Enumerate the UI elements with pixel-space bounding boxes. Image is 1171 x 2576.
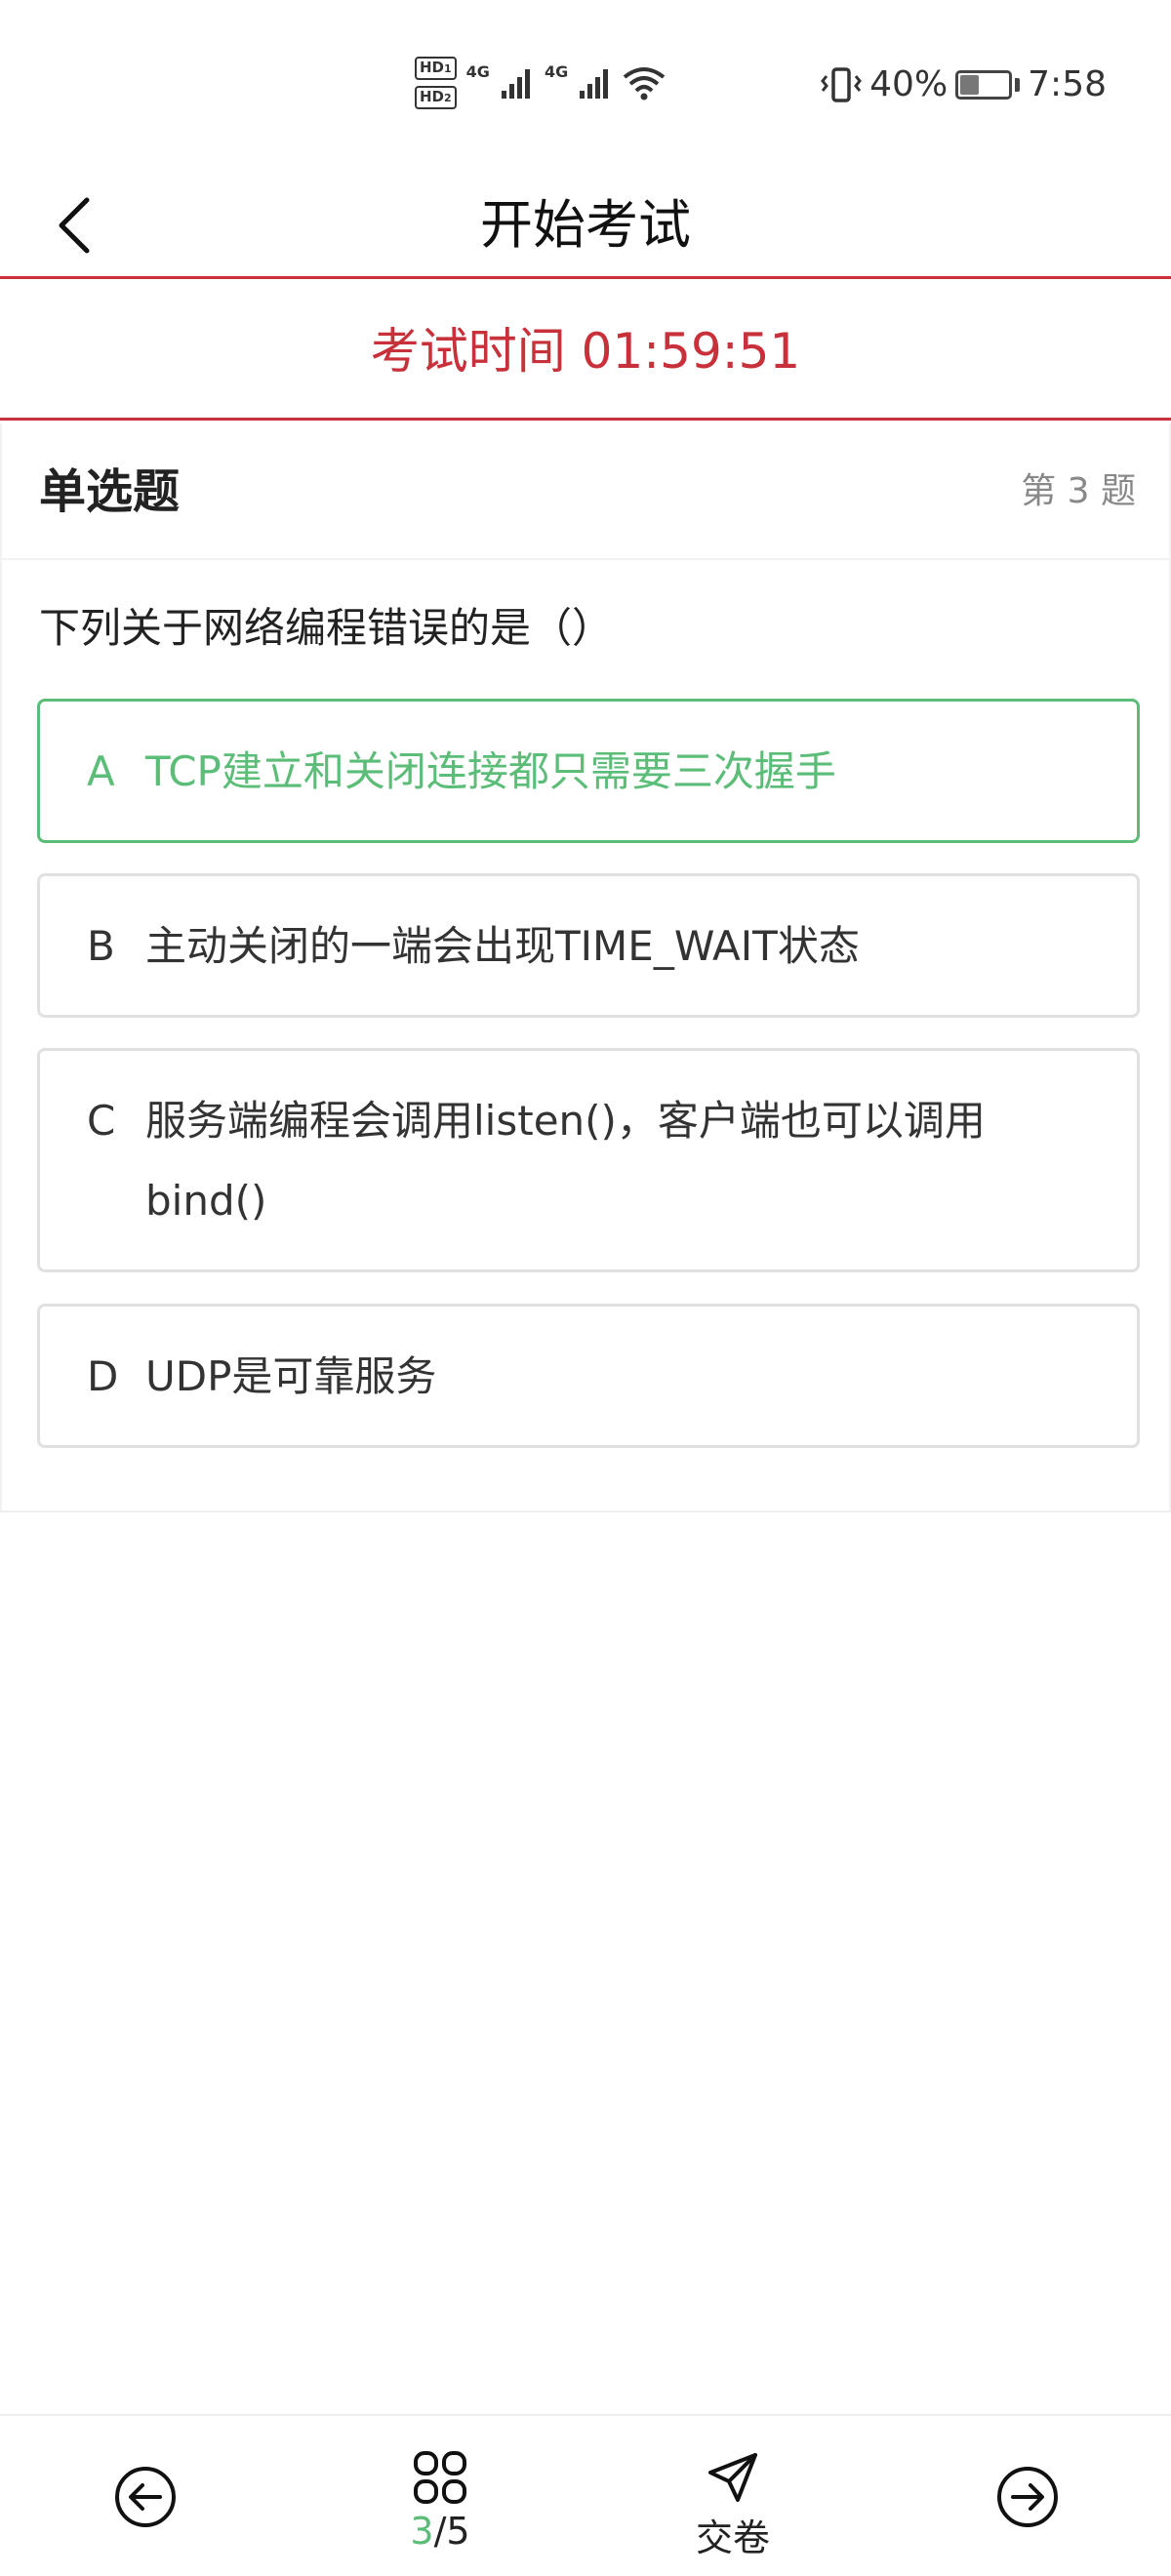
- battery-percent: 40%: [869, 64, 949, 104]
- option-letter: B: [87, 922, 115, 970]
- option-text: TCP建立和关闭连接都只需要三次握手: [145, 747, 836, 795]
- arrow-left-circle-icon: [115, 2467, 176, 2527]
- option-c[interactable]: C 服务端编程会调用listen()，客户端也可以调用bind(): [37, 1048, 1140, 1272]
- question-grid-button[interactable]: 3/5: [396, 2449, 484, 2553]
- wifi-icon: [623, 67, 666, 101]
- network-type-2: 4G: [544, 62, 569, 81]
- clock-time: 7:58: [1028, 64, 1107, 104]
- system-indicators: 40% 7:58: [821, 64, 1107, 104]
- bottom-nav: 3/5 交卷: [0, 2414, 1171, 2576]
- app-header: 开始考试: [0, 172, 1171, 279]
- option-text: UDP是可靠服务: [145, 1352, 437, 1400]
- hd-sim1-badge: HD1: [415, 57, 457, 80]
- option-letter: D: [87, 1352, 119, 1400]
- page-title: 开始考试: [480, 194, 691, 256]
- question-header: 单选题 第 3 题: [2, 423, 1169, 560]
- network-type-1: 4G: [465, 62, 490, 81]
- status-bar: HD1 HD2 4G 4G 40% 7:58: [0, 0, 1171, 172]
- progress-total: /5: [433, 2510, 470, 2553]
- option-b[interactable]: B 主动关闭的一端会出现TIME_WAIT状态: [37, 873, 1140, 1018]
- option-letter: C: [87, 1097, 116, 1145]
- option-a[interactable]: A TCP建立和关闭连接都只需要三次握手: [37, 699, 1140, 843]
- question-type: 单选题: [39, 464, 181, 519]
- option-text: 主动关闭的一端会出现TIME_WAIT状态: [145, 922, 860, 970]
- battery-icon: [955, 69, 1021, 100]
- vibrate-icon: [821, 66, 863, 102]
- hd-sim2-badge: HD2: [415, 86, 457, 109]
- submit-exam-button[interactable]: 交卷: [689, 2451, 777, 2561]
- grid-icon: [414, 2451, 466, 2504]
- submit-label: 交卷: [695, 2516, 770, 2559]
- option-text: 服务端编程会调用listen()，客户端也可以调用bind(): [145, 1097, 986, 1225]
- option-letter: A: [87, 747, 115, 795]
- signal-icon-1: [501, 69, 530, 99]
- send-icon: [708, 2453, 757, 2502]
- question-card: 单选题 第 3 题 下列关于网络编程错误的是（） A TCP建立和关闭连接都只需…: [0, 423, 1171, 1512]
- progress-current: 3: [410, 2510, 434, 2553]
- question-text: 下列关于网络编程错误的是（）: [39, 604, 614, 652]
- next-question-button[interactable]: [995, 2465, 1060, 2529]
- exam-timer: 考试时间 01:59:51: [0, 282, 1171, 421]
- previous-question-button[interactable]: [113, 2465, 178, 2529]
- arrow-right-circle-icon: [997, 2467, 1058, 2527]
- option-d[interactable]: D UDP是可靠服务: [37, 1304, 1140, 1448]
- question-number: 第 3 题: [1021, 471, 1136, 511]
- question-progress: 3/5: [410, 2510, 469, 2553]
- network-indicators: HD1 HD2 4G 4G: [415, 57, 666, 109]
- signal-icon-2: [580, 69, 609, 99]
